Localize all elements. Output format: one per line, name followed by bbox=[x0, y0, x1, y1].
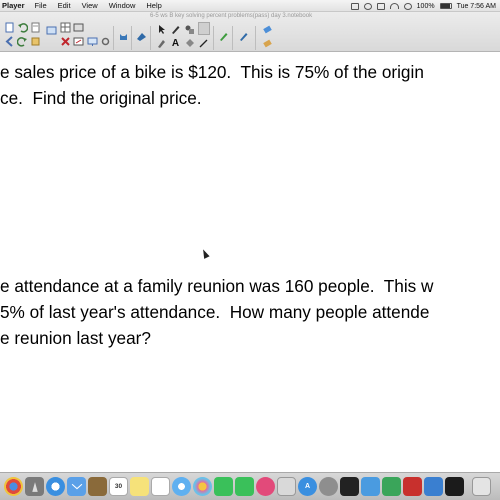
system-preferences-icon[interactable] bbox=[319, 477, 338, 496]
problem-2-line-3: e reunion last year? bbox=[0, 328, 151, 348]
problem-1-line-1: e sales price of a bike is $120. This is… bbox=[0, 62, 424, 82]
shapes-icon[interactable] bbox=[184, 24, 195, 35]
acrobat-icon[interactable] bbox=[403, 477, 422, 496]
notes-icon[interactable] bbox=[130, 477, 149, 496]
player-icon[interactable] bbox=[445, 477, 464, 496]
notebook-page[interactable]: e sales price of a bike is $120. This is… bbox=[0, 53, 500, 472]
toolbar-divider bbox=[232, 26, 233, 50]
clear-page-icon[interactable] bbox=[73, 36, 84, 47]
menu-bar: Player File Edit View Window Help 100% T… bbox=[0, 0, 500, 12]
previous-page-icon[interactable] bbox=[4, 36, 15, 47]
toolbar-divider bbox=[150, 26, 151, 50]
highlighter-icon[interactable] bbox=[156, 38, 167, 49]
wifi-icon[interactable] bbox=[389, 3, 399, 9]
battery-icon[interactable] bbox=[439, 3, 452, 9]
menu-file[interactable]: File bbox=[35, 1, 47, 10]
notebook-app-icon[interactable] bbox=[424, 477, 443, 496]
launchpad-icon[interactable] bbox=[25, 477, 44, 496]
document-icon[interactable] bbox=[30, 22, 41, 33]
excel-icon[interactable] bbox=[382, 477, 401, 496]
eraser-small-icon[interactable] bbox=[262, 38, 273, 49]
ibooks-icon[interactable] bbox=[277, 477, 296, 496]
cat-icon[interactable] bbox=[118, 31, 129, 42]
problem-2-line-2: 5% of last year's attendance. How many p… bbox=[0, 302, 430, 322]
status-area: 100% Tue 7:56 AM bbox=[350, 0, 496, 12]
pen-icon[interactable] bbox=[170, 24, 181, 35]
menu-window[interactable]: Window bbox=[109, 1, 136, 10]
open-icon[interactable] bbox=[30, 36, 41, 47]
magic-pen-icon[interactable] bbox=[238, 31, 249, 42]
screen-record-icon[interactable] bbox=[350, 2, 359, 10]
reminders-icon[interactable] bbox=[151, 477, 170, 496]
eraser-icon[interactable] bbox=[262, 24, 273, 35]
contacts-icon[interactable] bbox=[88, 477, 107, 496]
new-page-icon[interactable] bbox=[4, 22, 15, 33]
text-tool-icon[interactable]: A bbox=[170, 38, 181, 49]
toolbar-divider bbox=[255, 26, 256, 50]
maps-icon[interactable] bbox=[172, 477, 191, 496]
facetime-icon[interactable] bbox=[235, 477, 254, 496]
toolbar-divider bbox=[131, 26, 132, 50]
calendar-icon[interactable]: 30 bbox=[109, 477, 128, 496]
menu-view[interactable]: View bbox=[82, 1, 98, 10]
fill-icon[interactable] bbox=[184, 38, 195, 49]
display-icon[interactable] bbox=[87, 36, 98, 47]
window-title: 6-5 ws B key solving percent problems(pa… bbox=[150, 13, 313, 19]
terminal-icon[interactable] bbox=[340, 477, 359, 496]
volume-icon[interactable] bbox=[403, 2, 412, 10]
toolbar-divider bbox=[113, 26, 114, 50]
battery-percent: 100% bbox=[416, 2, 435, 10]
menubar-clock[interactable]: Tue 7:56 AM bbox=[457, 3, 496, 10]
menu-help[interactable]: Help bbox=[146, 1, 161, 10]
select-arrow-icon[interactable] bbox=[156, 24, 167, 35]
calendar-day: 30 bbox=[114, 483, 123, 490]
pen-tray-icon[interactable] bbox=[136, 31, 147, 42]
delete-icon[interactable] bbox=[60, 36, 71, 47]
problem-1-line-2: ce. Find the original price. bbox=[0, 88, 202, 108]
menu-edit[interactable]: Edit bbox=[58, 1, 71, 10]
color-swatch[interactable] bbox=[198, 22, 210, 35]
toolbar-divider bbox=[213, 26, 214, 50]
undo-icon[interactable] bbox=[17, 22, 28, 33]
problem-2-line-1: e attendance at a family reunion was 160… bbox=[0, 276, 434, 296]
mail-icon[interactable] bbox=[67, 477, 86, 496]
trash-icon[interactable] bbox=[472, 477, 491, 496]
bluetooth-icon[interactable] bbox=[376, 2, 385, 10]
word-icon[interactable] bbox=[361, 477, 380, 496]
photos-icon[interactable] bbox=[193, 477, 212, 496]
chrome-icon[interactable] bbox=[4, 477, 23, 496]
app-store-icon[interactable]: A bbox=[298, 477, 317, 496]
safari-icon[interactable] bbox=[46, 477, 65, 496]
table-icon[interactable] bbox=[60, 22, 71, 33]
screen-shade-icon[interactable] bbox=[46, 25, 57, 36]
itunes-icon[interactable] bbox=[256, 477, 275, 496]
capture-icon[interactable] bbox=[73, 22, 84, 33]
menu-app-name[interactable]: Player bbox=[2, 1, 25, 10]
redo-icon[interactable] bbox=[17, 36, 28, 47]
notebook-toolbar: 6-5 ws B key solving percent problems(pa… bbox=[0, 12, 500, 52]
line-tool-icon[interactable] bbox=[198, 38, 209, 49]
settings-icon[interactable] bbox=[100, 36, 111, 47]
dock: 30 A bbox=[0, 472, 500, 500]
time-machine-icon[interactable] bbox=[363, 2, 372, 10]
messages-icon[interactable] bbox=[214, 477, 233, 496]
creative-pen-icon[interactable] bbox=[218, 31, 229, 42]
